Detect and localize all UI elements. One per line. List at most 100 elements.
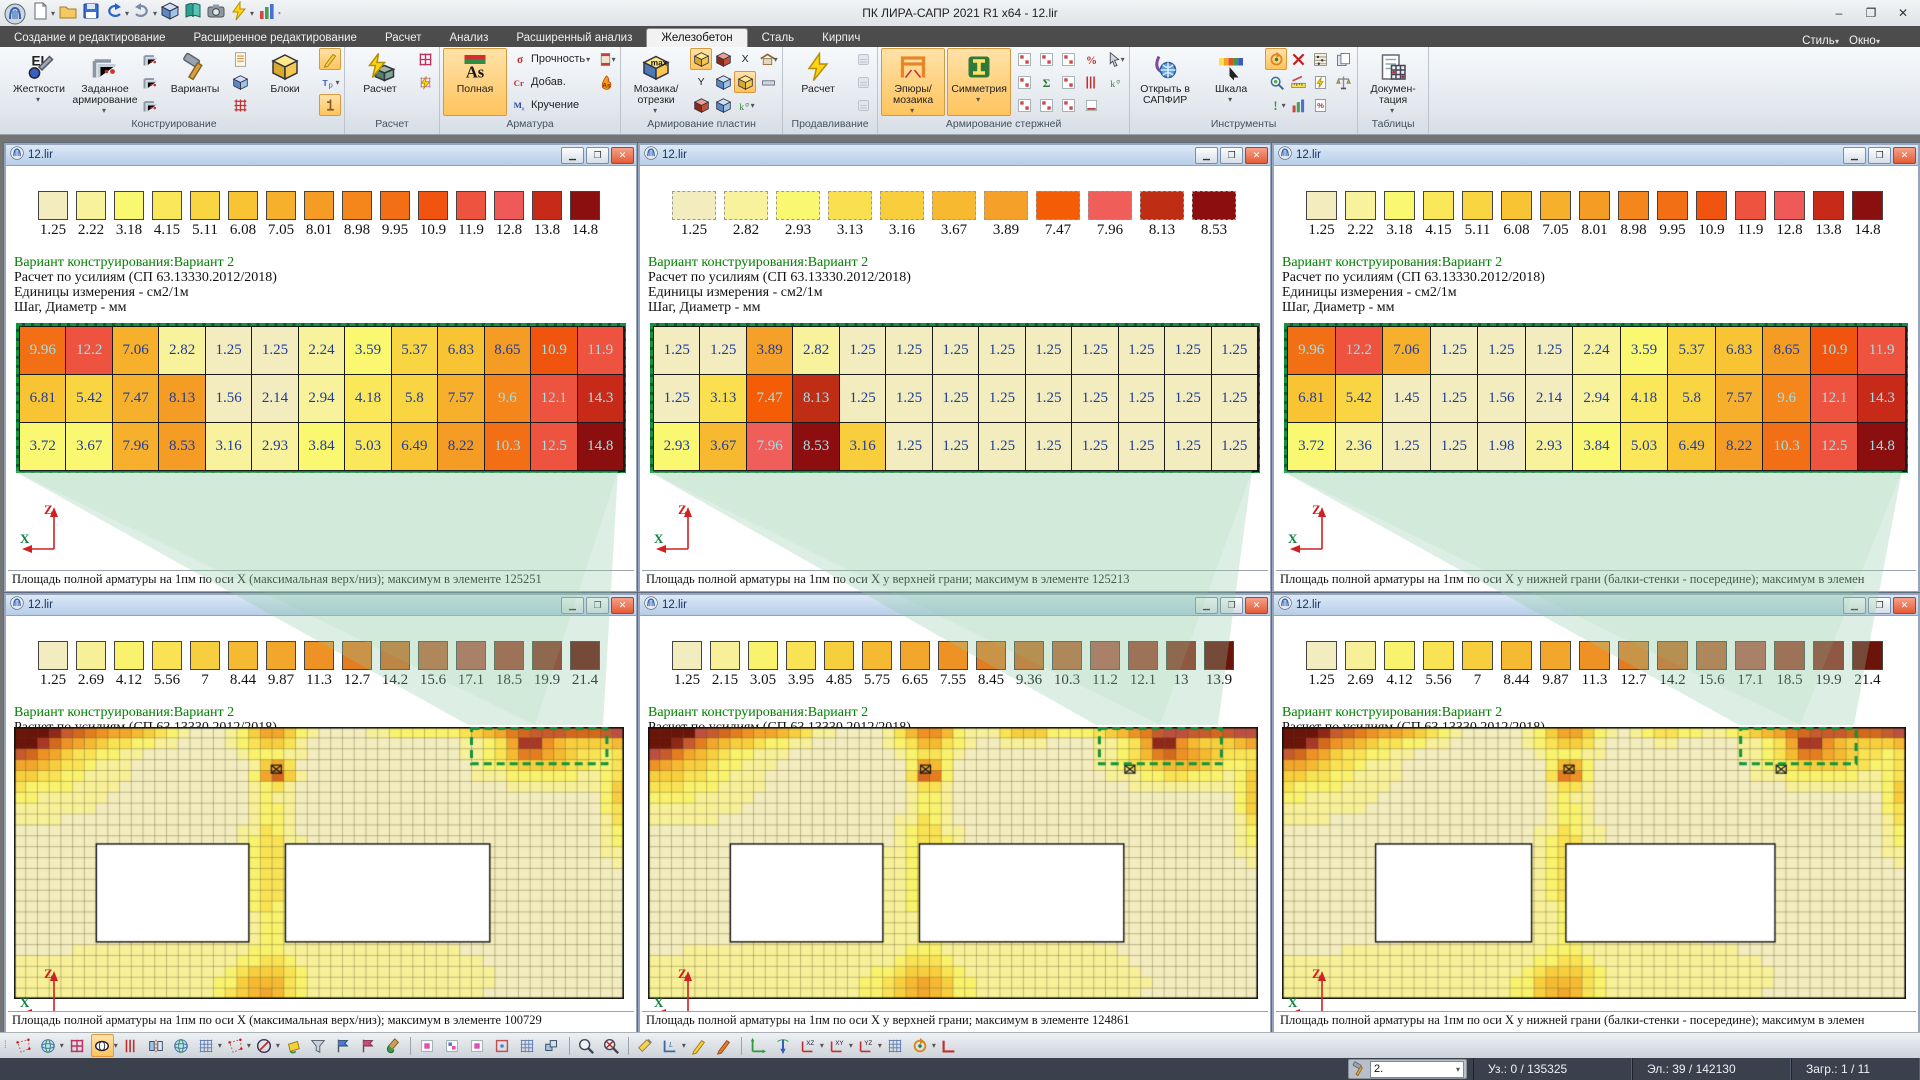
block-selector[interactable]: 2. ▾ — [1370, 1061, 1464, 1078]
poly-drop-button[interactable] — [224, 1034, 247, 1057]
l-dim-button[interactable]: L — [659, 1034, 682, 1057]
red-grid-button[interactable] — [229, 94, 251, 116]
pencil-yellow-button[interactable] — [688, 1034, 711, 1057]
y-axis-button[interactable]: Y — [690, 71, 712, 93]
ka-button[interactable] — [852, 71, 874, 93]
package-button[interactable] — [160, 3, 180, 23]
window-close-button[interactable]: ✕ — [1245, 597, 1268, 614]
open-sapfir-button[interactable]: Открыть в САПФИР — [1133, 48, 1197, 116]
calc-button[interactable]: Расчет — [348, 48, 412, 116]
menu-стиль[interactable]: Стиль ▾ — [1802, 35, 1839, 47]
tab-5[interactable]: Расширенный анализ — [502, 29, 646, 47]
cylinder-button[interactable] — [120, 1034, 143, 1057]
slash-button[interactable] — [253, 1034, 276, 1057]
cube-g1-button[interactable] — [712, 71, 734, 93]
window-minimize-button[interactable]: ▁ — [1843, 597, 1866, 614]
sphere-view-button[interactable] — [37, 1034, 60, 1057]
window-minimize-button[interactable]: ▁ — [561, 147, 584, 164]
frame-grid-button[interactable] — [516, 1034, 539, 1057]
cube-g4-button[interactable] — [712, 94, 734, 116]
new-file-button[interactable] — [30, 3, 50, 23]
rebar-node-button[interactable] — [139, 94, 161, 116]
bar-sel-1-button[interactable] — [1013, 48, 1035, 70]
strength-button[interactable]: σПрочность▾ — [509, 48, 593, 70]
camera-button[interactable] — [206, 3, 226, 23]
minimize-button[interactable]: – — [1824, 3, 1854, 23]
percent-button[interactable]: % — [1080, 48, 1102, 70]
tab-8[interactable]: Кирпич — [808, 29, 874, 47]
bolt-doc-button[interactable] — [1309, 71, 1331, 93]
cap-button[interactable] — [852, 94, 874, 116]
mirror-button[interactable] — [145, 1034, 168, 1057]
doc-list-button[interactable] — [229, 48, 251, 70]
sphere2-button[interactable] — [170, 1034, 193, 1057]
anchor-button[interactable] — [319, 94, 341, 116]
bar-sel-3-button[interactable] — [1057, 48, 1079, 70]
copy-pages-button[interactable] — [1332, 48, 1354, 70]
additional-button[interactable]: CrДобав. — [509, 71, 593, 93]
zoom-rotate-button[interactable] — [1265, 71, 1287, 93]
document-view[interactable]: 1.252.223.184.155.116.087.058.018.989.95… — [8, 167, 634, 589]
tab-1[interactable]: Создание и редактирование — [0, 29, 180, 47]
funnel-button[interactable] — [307, 1034, 330, 1057]
stiffness-button[interactable]: EIЖесткости▾ — [7, 48, 71, 116]
window-restore-button[interactable]: ❐ — [586, 597, 609, 614]
select-polygon-button[interactable] — [12, 1034, 35, 1057]
axis-xz-button[interactable]: XZ — [797, 1034, 820, 1057]
red-frame-button[interactable] — [66, 1034, 89, 1057]
mesh-canvas[interactable] — [14, 727, 624, 999]
window-restore-button[interactable]: ❐ — [1220, 147, 1243, 164]
diagrams-mosaic-button[interactable]: Эпюры/ мозаика▾ — [881, 48, 945, 116]
exclaim-button[interactable]: !▾ — [1265, 94, 1287, 116]
percent-doc-button[interactable]: % — [1309, 94, 1331, 116]
rebar-beam-button[interactable] — [139, 71, 161, 93]
bars-button[interactable] — [1080, 71, 1102, 93]
delete-result-button[interactable] — [1287, 48, 1309, 70]
window-close-button[interactable]: ✕ — [611, 147, 634, 164]
ruler-scale-button[interactable] — [1287, 71, 1309, 93]
cube-g3-button[interactable] — [690, 94, 712, 116]
assigned-reinforcement-button[interactable]: Заданное армирование▾ — [73, 48, 137, 116]
bar-sel-7-button[interactable] — [1035, 94, 1057, 116]
apm-button[interactable] — [852, 48, 874, 70]
ellipse-tool-button[interactable] — [91, 1034, 114, 1057]
flag-swap-button[interactable] — [332, 1034, 355, 1057]
mesh-canvas[interactable] — [648, 727, 1258, 999]
underline-button[interactable] — [1080, 94, 1102, 116]
zoom-button[interactable] — [575, 1034, 598, 1057]
node-cube-button[interactable] — [441, 1034, 464, 1057]
window-restore-button[interactable]: ❐ — [1868, 147, 1891, 164]
variants-button[interactable]: Варианты — [163, 48, 227, 116]
k-sigma-button[interactable]: kσ▾ — [734, 94, 756, 116]
bar-sel-4-button[interactable] — [1013, 71, 1035, 93]
tab-3[interactable]: Расчет — [371, 29, 436, 47]
rotate-red-button[interactable] — [909, 1034, 932, 1057]
node-pink-button[interactable] — [416, 1034, 439, 1057]
grid-axis-button[interactable] — [884, 1034, 907, 1057]
toolbar-drag-handle[interactable]: ⁞ — [4, 1040, 8, 1051]
corner-red-button[interactable] — [938, 1034, 961, 1057]
axis-down-button[interactable] — [772, 1034, 795, 1057]
restore-button[interactable]: ❐ — [1856, 3, 1886, 23]
mosaic-segments-button[interactable]: maxМозаика/ отрезки▾ — [624, 48, 688, 116]
scale-button[interactable]: Шкала▾ — [1199, 48, 1263, 116]
cube-x-button[interactable] — [690, 48, 712, 70]
document-view[interactable]: 1.252.694.125.5678.449.8711.312.714.215.… — [8, 617, 634, 1030]
documentation-button[interactable]: Докумен- тация▾ — [1361, 48, 1425, 116]
window-minimize-button[interactable]: ▁ — [1195, 597, 1218, 614]
document-view[interactable]: 1.252.694.125.5678.449.8711.312.714.215.… — [1276, 617, 1916, 1030]
cube-dark-button[interactable] — [712, 48, 734, 70]
mesh-grid-button[interactable] — [195, 1034, 218, 1057]
tab-7[interactable]: Сталь — [748, 29, 809, 47]
window-close-button[interactable]: ✕ — [1245, 147, 1268, 164]
mesh-canvas[interactable] — [1282, 727, 1906, 999]
window-minimize-button[interactable]: ▁ — [561, 597, 584, 614]
symmetry-button[interactable]: Симметрия▾ — [947, 48, 1011, 116]
punching-calc-button[interactable]: Расчет — [786, 48, 850, 116]
bucket-button[interactable] — [282, 1034, 305, 1057]
pencil-plus-button[interactable] — [319, 48, 341, 70]
document-view[interactable]: 1.252.822.933.133.163.673.897.477.968.13… — [642, 167, 1268, 589]
window-minimize-button[interactable]: ▁ — [1843, 147, 1866, 164]
tp-button[interactable]: Tp▾ — [319, 71, 341, 93]
tab-4[interactable]: Анализ — [436, 29, 503, 47]
